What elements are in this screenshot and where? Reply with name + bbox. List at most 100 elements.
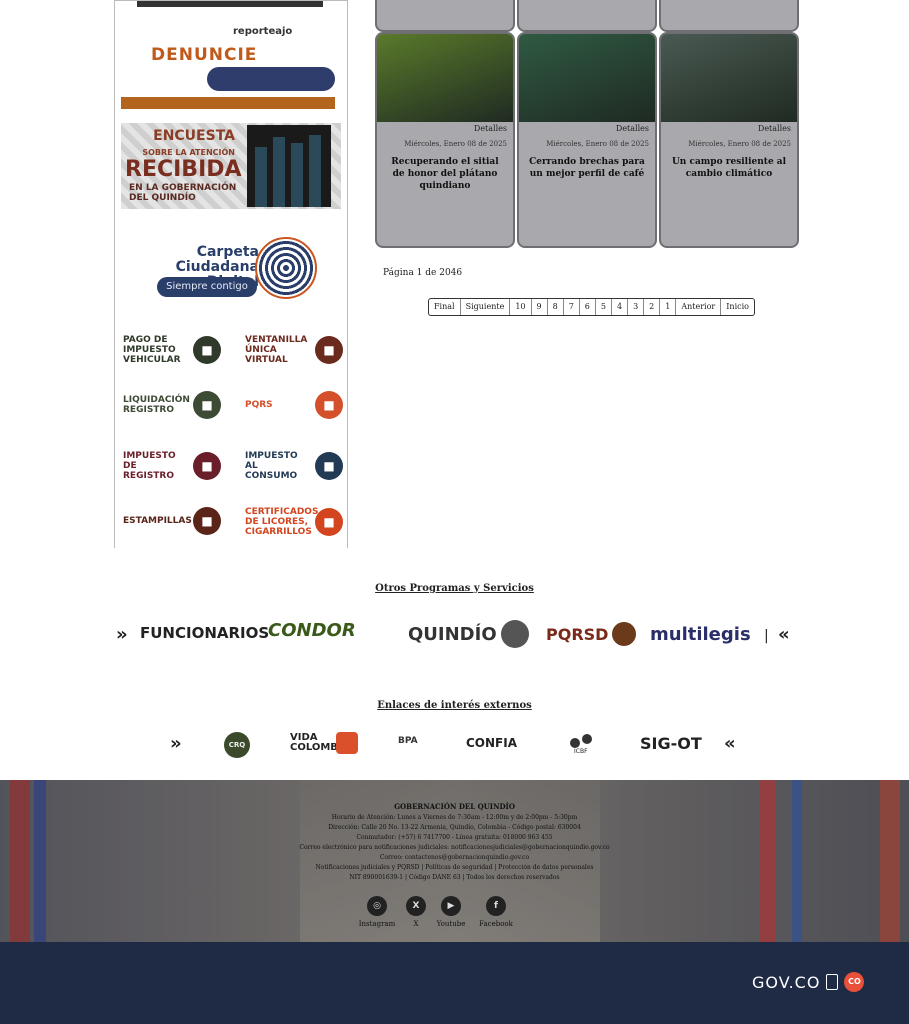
service-item[interactable]: PAGO DE IMPUESTO VEHICULAR ■: [123, 335, 221, 365]
news-card[interactable]: Detalles Miércoles, Enero 08 de 2025 Un ca…: [659, 32, 799, 248]
social-youtube[interactable]: ▶ Youtube: [431, 896, 471, 928]
banner-top[interactable]: [115, 1, 347, 20]
social-facebook[interactable]: f Facebook: [476, 896, 516, 928]
pagination: Final Siguiente 10 9 8 7 6 5 4 3 2 1 Anterior Inicio: [428, 298, 755, 316]
details-link[interactable]: Detalles: [616, 124, 649, 133]
pagination-item[interactable]: 8: [548, 299, 564, 315]
footer-line: Correo electrónico para notificaciones j…: [299, 844, 610, 851]
pagination-item[interactable]: Final: [429, 299, 461, 315]
encuesta-line2: SOBRE LA ATENCIÓN: [142, 148, 235, 157]
news-photo: [377, 34, 513, 122]
news-card-prev[interactable]: [517, 0, 657, 32]
pagination-item[interactable]: 1: [660, 299, 677, 315]
funcionarios-logo[interactable]: FUNCIONARIOS: [140, 624, 269, 642]
service-item[interactable]: IMPUESTO AL CONSUMO ■: [245, 451, 343, 481]
service-label: PAGO DE IMPUESTO VEHICULAR: [123, 335, 181, 365]
vida-text: VIDA COLOMBIA: [290, 732, 350, 753]
denuncie-strip: [121, 97, 335, 109]
news-card[interactable]: Detalles Miércoles, Enero 08 de 2025 Recup…: [375, 32, 515, 248]
pagination-item[interactable]: Siguiente: [461, 299, 511, 315]
programas-title: Otros Programas y Servicios: [375, 583, 534, 594]
news-photo: [519, 34, 655, 122]
news-card-prev[interactable]: [659, 0, 799, 32]
service-item[interactable]: CERTIFICADOS DE LICORES, CIGARRILLOS ■: [245, 507, 343, 537]
x-icon: X: [406, 896, 426, 916]
service-label: PQRS: [245, 400, 273, 410]
news-card-prev[interactable]: [375, 0, 515, 32]
car-icon: ■: [193, 336, 221, 364]
pqrsd-text: PQRSD: [546, 624, 609, 644]
vida-icon: [336, 732, 358, 754]
vida-colombia-logo[interactable]: VIDA COLOMBIA: [290, 732, 358, 754]
pagination-item[interactable]: 9: [532, 299, 548, 315]
pagination-item[interactable]: Inicio: [721, 299, 754, 315]
facebook-icon: f: [486, 896, 506, 916]
social-label: Instagram: [358, 920, 396, 928]
service-item[interactable]: LIQUIDACIÓN REGISTRO ■: [123, 391, 221, 419]
bpa-logo[interactable]: BPA: [398, 736, 418, 746]
footer-line: Dirección: Calle 20 No. 13-22 Armenia, Q…: [328, 824, 581, 831]
social-label: X: [413, 920, 419, 928]
people-image: [247, 125, 331, 207]
social-label: Facebook: [479, 920, 513, 928]
pqrsd-icon: [612, 622, 637, 646]
service-item[interactable]: IMPUESTO DE REGISTRO ■: [123, 451, 221, 481]
document-icon: ■: [193, 452, 221, 480]
youtube-icon: ▶: [441, 896, 461, 916]
shield-icon: [826, 974, 839, 990]
confia-logo[interactable]: CONFIA: [466, 736, 517, 750]
pagination-item[interactable]: Anterior: [676, 299, 722, 315]
service-item[interactable]: PQRS ■: [245, 391, 343, 419]
details-link[interactable]: Detalles: [474, 124, 507, 133]
details-link[interactable]: Detalles: [758, 124, 791, 133]
encuesta-title: ENCUESTA SOBRE LA ATENCIÓN: [131, 129, 235, 160]
footer-title: GOBERNACIÓN DEL QUINDÍO: [394, 802, 515, 811]
links-prev-button[interactable]: «: [724, 733, 736, 754]
pqrsd-logo[interactable]: PQRSD: [546, 622, 637, 646]
carpeta-pill: Siempre contigo: [157, 277, 257, 297]
pagination-item[interactable]: 2: [644, 299, 661, 315]
banner-carpeta-ciudadana[interactable]: Carpeta Ciudadana Digital Siempre contig…: [115, 215, 347, 326]
stamp-icon: ■: [193, 507, 221, 535]
banner-encuesta[interactable]: ENCUESTA SOBRE LA ATENCIÓN RECIBIDA EN L…: [115, 117, 347, 216]
icbf-logo[interactable]: ICBF: [570, 732, 598, 756]
news-date: Miércoles, Enero 08 de 2025: [688, 140, 791, 148]
pagination-item[interactable]: 6: [580, 299, 596, 315]
service-item[interactable]: ESTAMPILLAS ■: [123, 507, 221, 535]
crq-logo[interactable]: CRQ: [224, 732, 250, 758]
news-title[interactable]: Recuperando el sitial de honor del pláta…: [387, 156, 503, 192]
carousel-prev-button[interactable]: «: [778, 624, 790, 645]
quindio-logo[interactable]: QUINDÍO: [408, 620, 529, 648]
footer-line: Correo: contactenos@gobernacionquindio.g…: [379, 854, 530, 861]
pagination-item[interactable]: 4: [612, 299, 629, 315]
encuesta-line1: ENCUESTA: [153, 128, 235, 144]
service-label: IMPUESTO DE REGISTRO: [123, 451, 176, 481]
globe-icon: ■: [193, 391, 221, 419]
encuesta-sub: EN LA GOBERNACIÓN DEL QUINDÍO: [129, 183, 237, 203]
footer-line: Conmutador: (+57) 6 7417700 - Línea grat…: [356, 834, 553, 841]
denuncie-title: DENUNCIE: [151, 45, 258, 65]
news-title[interactable]: Un campo resiliente al cambio climático: [671, 156, 787, 180]
news-photo: [661, 34, 797, 122]
pagination-item[interactable]: 3: [628, 299, 645, 315]
links-next-button[interactable]: »: [170, 733, 182, 754]
gov-co-logo[interactable]: GOV.CO CO: [752, 972, 865, 992]
gov-co-text: GOV.CO: [752, 972, 821, 992]
service-item[interactable]: VENTANILLA ÚNICA VIRTUAL ■: [245, 335, 343, 365]
sig-ot-logo[interactable]: SIG-OT: [640, 734, 702, 753]
sidebar-banners: reporteajo DENUNCIE ENCUESTA SOBRE LA AT…: [114, 0, 348, 549]
banner-denuncie[interactable]: reporteajo DENUNCIE: [115, 19, 347, 118]
condor-logo[interactable]: CONDOR: [268, 620, 356, 641]
social-instagram[interactable]: ◎ Instagram: [357, 896, 397, 928]
social-x[interactable]: XX: [396, 896, 436, 928]
multilegis-logo[interactable]: multilegis: [650, 624, 751, 645]
service-label: LIQUIDACIÓN REGISTRO: [123, 395, 190, 415]
news-card[interactable]: Detalles Miércoles, Enero 08 de 2025 Cerra…: [517, 32, 657, 248]
news-title[interactable]: Cerrando brechas para un mejor perfil de…: [529, 156, 645, 180]
encuesta-big: RECIBIDA: [125, 157, 242, 182]
carousel-next-button[interactable]: »: [116, 624, 128, 645]
pagination-item[interactable]: 5: [596, 299, 612, 315]
pagination-item[interactable]: 10: [510, 299, 532, 315]
fingerprint-icon: [255, 237, 317, 299]
pagination-item[interactable]: 7: [564, 299, 580, 315]
